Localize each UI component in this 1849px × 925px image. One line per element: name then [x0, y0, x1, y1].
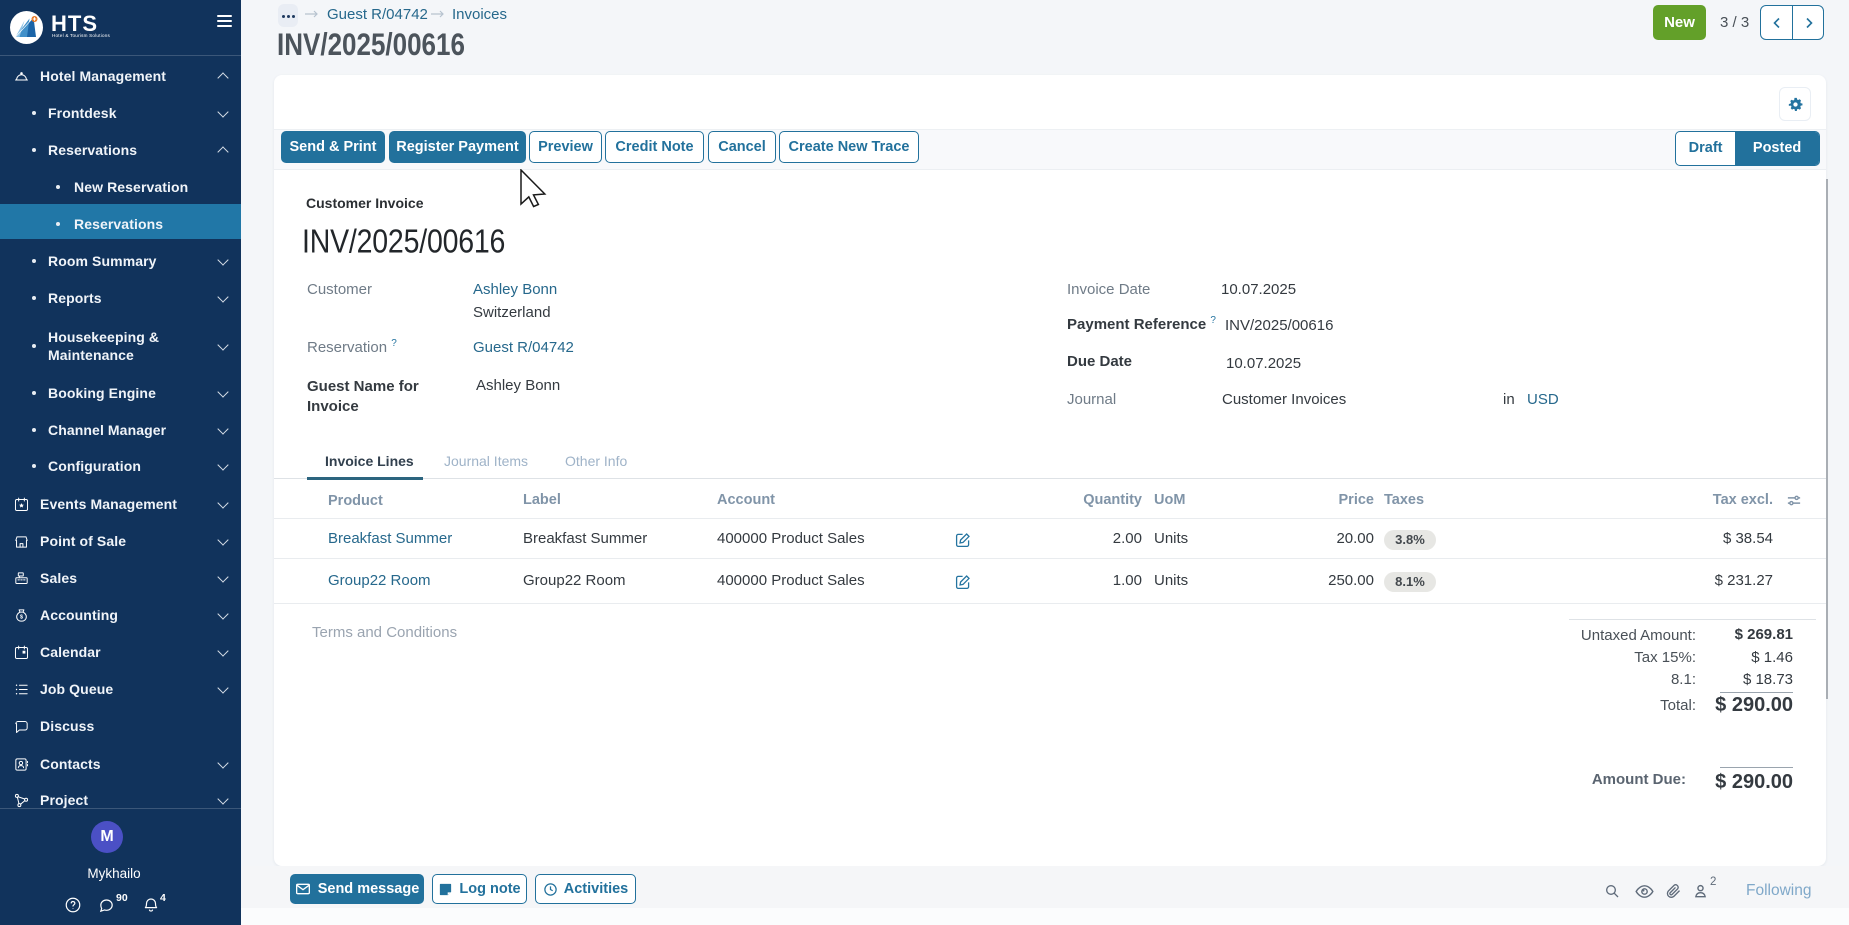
svg-text:$: $	[20, 615, 23, 621]
